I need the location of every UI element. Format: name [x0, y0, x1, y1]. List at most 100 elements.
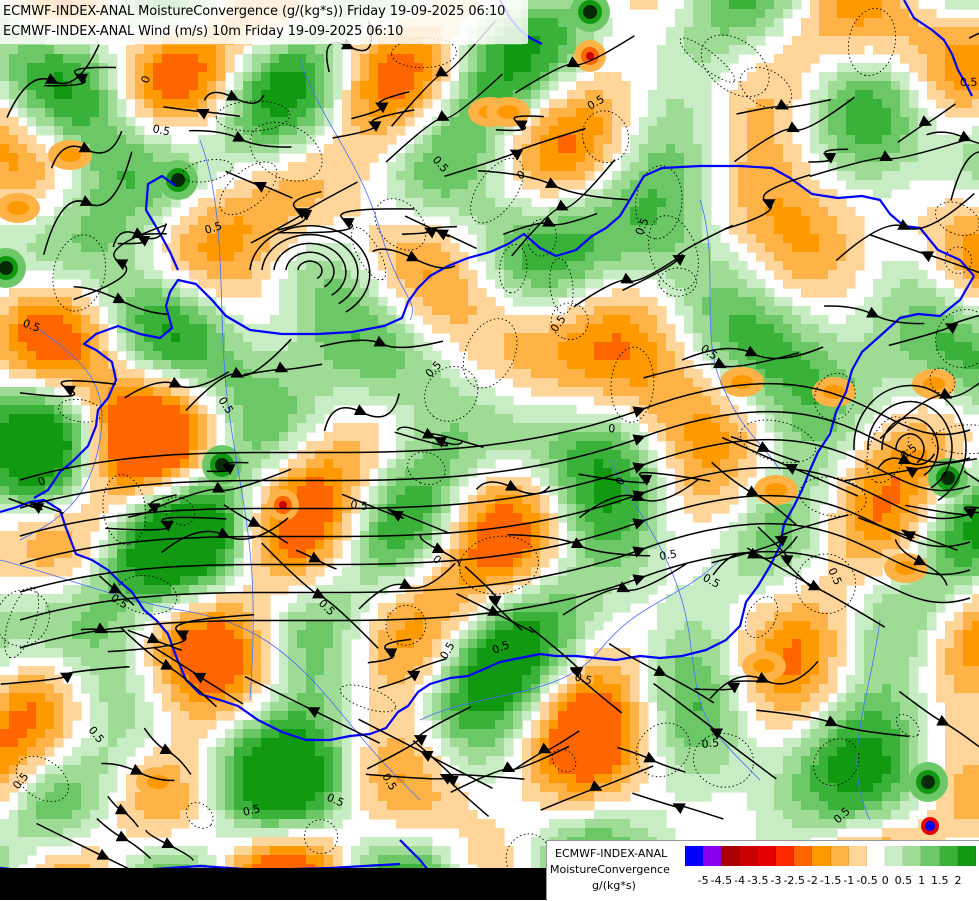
field-cell: [63, 252, 73, 262]
field-cell: [531, 405, 541, 415]
field-cell: [819, 342, 829, 352]
field-cell: [594, 378, 604, 388]
field-cell: [585, 126, 595, 136]
field-cell: [729, 126, 739, 136]
field-cell: [531, 288, 541, 298]
field-cell: [702, 81, 712, 91]
field-cell: [594, 135, 604, 145]
field-cell: [405, 171, 415, 181]
field-cell: [261, 81, 271, 91]
field-cell: [387, 72, 397, 82]
field-cell: [648, 207, 658, 217]
field-cell: [513, 72, 523, 82]
field-cell: [180, 117, 190, 127]
field-cell: [531, 297, 541, 307]
field-cell: [0, 72, 10, 82]
field-cell: [459, 63, 469, 73]
field-cell: [810, 9, 820, 19]
field-cell: [297, 270, 307, 280]
field-cell: [792, 342, 802, 352]
field-cell: [486, 306, 496, 316]
field-cell: [378, 477, 388, 487]
field-cell: [306, 216, 316, 226]
field-cell: [81, 387, 91, 397]
field-cell: [855, 324, 865, 334]
field-cell: [963, 234, 973, 244]
field-cell: [837, 126, 847, 136]
field-cell: [279, 99, 289, 109]
field-cell: [171, 342, 181, 352]
field-cell: [234, 81, 244, 91]
field-cell: [432, 279, 442, 289]
field-cell: [846, 153, 856, 163]
field-cell: [144, 486, 154, 496]
field-cell: [342, 360, 352, 370]
field-cell: [495, 135, 505, 145]
field-cell: [441, 198, 451, 208]
field-cell: [558, 243, 568, 253]
field-cell: [216, 288, 226, 298]
field-cell: [693, 324, 703, 334]
field-cell: [162, 45, 172, 55]
field-cell: [54, 126, 64, 136]
field-cell: [315, 306, 325, 316]
field-cell: [153, 198, 163, 208]
field-cell: [648, 135, 658, 145]
field-cell: [423, 243, 433, 253]
field-cell: [693, 81, 703, 91]
field-cell: [486, 207, 496, 217]
field-cell: [477, 387, 487, 397]
field-cell: [351, 351, 361, 361]
field-cell: [540, 189, 550, 199]
field-cell: [9, 63, 19, 73]
field-cell: [495, 162, 505, 172]
field-cell: [864, 0, 874, 10]
field-cell: [603, 387, 613, 397]
field-cell: [162, 90, 172, 100]
field-cell: [531, 360, 541, 370]
field-cell: [117, 423, 127, 433]
field-cell: [531, 99, 541, 109]
field-cell: [585, 153, 595, 163]
field-cell: [108, 243, 118, 253]
field-cell: [522, 450, 532, 460]
field-cell: [387, 360, 397, 370]
field-cell: [675, 414, 685, 424]
field-cell: [954, 216, 964, 226]
field-cell: [324, 81, 334, 91]
field-cell: [585, 162, 595, 172]
field-cell: [270, 108, 280, 118]
field-cell: [756, 279, 766, 289]
field-cell: [756, 297, 766, 307]
field-cell: [270, 315, 280, 325]
field-cell: [729, 342, 739, 352]
field-cell: [549, 378, 559, 388]
field-cell: [306, 63, 316, 73]
field-cell: [891, 99, 901, 109]
field-cell: [288, 351, 298, 361]
field-cell: [459, 306, 469, 316]
field-cell: [972, 351, 979, 361]
field-cell: [135, 180, 145, 190]
field-cell: [522, 198, 532, 208]
field-cell: [945, 198, 955, 208]
field-cell: [63, 423, 73, 433]
field-cell: [144, 414, 154, 424]
field-cell: [333, 198, 343, 208]
field-cell: [693, 63, 703, 73]
field-cell: [297, 45, 307, 55]
field-cell: [774, 261, 784, 271]
field-cell: [63, 54, 73, 64]
field-cell: [594, 198, 604, 208]
field-cell: [513, 333, 523, 343]
field-cell: [495, 333, 505, 343]
field-cell: [351, 360, 361, 370]
field-cell: [747, 72, 757, 82]
field-cell: [738, 126, 748, 136]
field-cell: [567, 153, 577, 163]
field-cell: [927, 171, 937, 181]
field-cell: [261, 117, 271, 127]
field-cell: [135, 144, 145, 154]
field-cell: [639, 252, 649, 262]
field-cell: [108, 153, 118, 163]
